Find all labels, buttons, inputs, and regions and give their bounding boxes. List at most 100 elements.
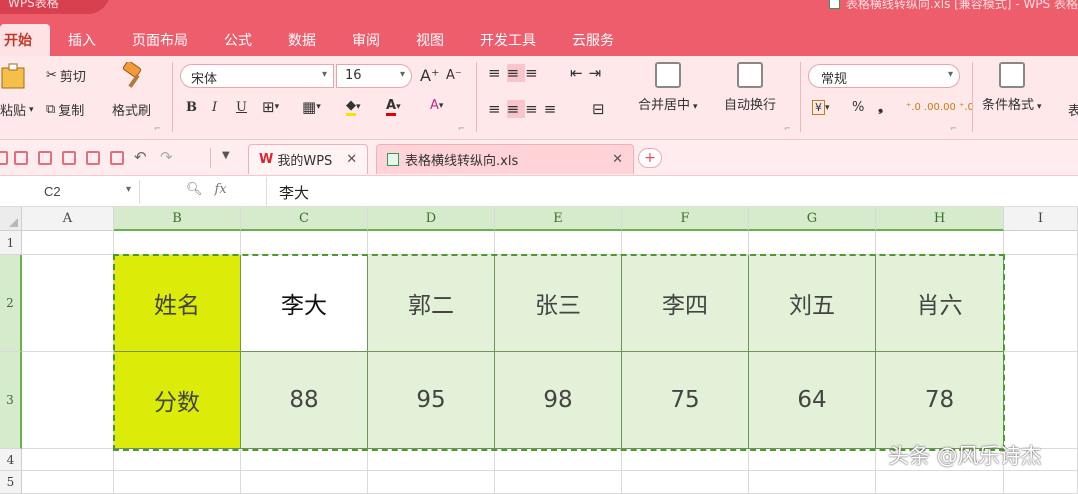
tab-insert[interactable]: 插入 [50,30,114,56]
redo-icon[interactable]: ↷ [160,148,173,166]
grow-font-button[interactable]: A⁺ [420,66,439,85]
cell-b4[interactable] [114,449,241,471]
cell-g3[interactable]: 64 [749,352,876,449]
number-format-select[interactable]: 常规 ▾ [808,64,960,88]
tab-data[interactable]: 数据 [270,30,334,56]
column-header-b[interactable]: B [114,207,241,231]
cell-g2[interactable]: 刘五 [749,255,876,352]
fill-color-icon[interactable]: ◆ ▾ [346,98,361,116]
clipboard-launcher-icon[interactable]: ⌐ [154,124,161,133]
cell-a1[interactable] [22,231,114,255]
column-header-f[interactable]: F [622,207,749,231]
new-tab-button[interactable]: + [638,148,662,168]
open-icon[interactable] [0,151,8,165]
export-pdf-icon[interactable] [62,151,76,165]
tab-developer[interactable]: 开发工具 [462,30,554,56]
cell-b3[interactable]: 分数 [114,352,241,449]
close-icon[interactable]: ✕ [612,152,623,167]
cell-i1[interactable] [1004,231,1078,255]
alignment-launcher-icon[interactable]: ⌐ [784,124,791,133]
font-size-select[interactable]: 16 ▾ [336,64,412,88]
close-icon[interactable]: ✕ [346,152,357,167]
cell-i2[interactable] [1004,255,1078,352]
zoom-icon[interactable]: 🔍︎ [186,182,203,197]
tab-formulas[interactable]: 公式 [206,30,270,56]
cell-f5[interactable] [622,471,749,494]
cell-f3[interactable]: 75 [622,352,749,449]
save-icon[interactable] [14,151,28,165]
cell-e1[interactable] [495,231,622,255]
percent-button[interactable]: % [852,100,864,115]
borders-icon[interactable]: ⊞ ▾ [262,98,279,116]
cell-i3[interactable] [1004,352,1078,449]
cell-d3[interactable]: 95 [368,352,495,449]
row-header-1[interactable]: 1 [0,231,22,255]
comma-style-button[interactable]: ❟ [878,100,883,115]
print-icon[interactable] [86,151,100,165]
conditional-format-button[interactable]: 条件格式 ▾ [982,62,1042,113]
tab-home[interactable]: 开始 [0,24,50,56]
cell-d2[interactable]: 郭二 [368,255,495,352]
cell-g5[interactable] [749,471,876,494]
number-launcher-icon[interactable]: ⌐ [950,124,957,133]
cell-c2[interactable]: 李大 [241,255,368,352]
vertical-align-icons[interactable]: ≡ ≡ ≡ [488,64,544,82]
font-launcher-icon[interactable]: ⌐ [458,124,465,133]
paste-icon[interactable] [0,62,30,90]
cell-g1[interactable] [749,231,876,255]
horizontal-align-icons[interactable]: ≡ ≡ ≡≡ [488,100,562,118]
cell-d5[interactable] [368,471,495,494]
cell-b1[interactable] [114,231,241,255]
cell-h3[interactable]: 78 [876,352,1004,449]
tab-my-wps[interactable]: W 我的WPS ✕ [248,144,369,174]
name-box[interactable]: C2 ▾ [0,180,140,204]
format-painter-icon[interactable] [118,62,148,90]
font-color-icon[interactable]: A ▾ [386,98,401,116]
cell-f2[interactable]: 李四 [622,255,749,352]
font-name-select[interactable]: 宋体 ▾ [180,64,334,88]
cell-b2[interactable]: 姓名 [114,255,241,352]
column-header-d[interactable]: D [368,207,495,231]
save-as-icon[interactable] [38,151,52,165]
cell-style-icon[interactable]: ▦ ▾ [302,98,321,116]
print-preview-icon[interactable] [110,151,124,165]
row-header-4[interactable]: 4 [0,449,22,471]
row-header-2[interactable]: 2 [0,255,22,352]
italic-button[interactable]: I [212,100,217,115]
format-painter-button[interactable]: 格式刷 [112,100,151,119]
cell-h5[interactable] [876,471,1004,494]
merge-center-button[interactable]: 合并居中 ▾ [638,62,698,113]
tab-page-layout[interactable]: 页面布局 [114,30,206,56]
currency-format-icon[interactable]: ¥ ▾ [812,100,830,115]
row-header-5[interactable]: 5 [0,471,22,494]
column-header-c[interactable]: C [241,207,368,231]
cell-i5[interactable] [1004,471,1078,494]
cell-a3[interactable] [22,352,114,449]
bold-button[interactable]: B [186,100,197,115]
increase-decimal-button[interactable]: ⁺.0 .00 [906,102,940,113]
tab-review[interactable]: 审阅 [334,30,398,56]
column-header-a[interactable]: A [22,207,114,231]
wrap-text-button[interactable]: 自动换行 [724,62,776,113]
cell-c3[interactable]: 88 [241,352,368,449]
shrink-font-button[interactable]: A⁻ [446,68,462,83]
column-header-i[interactable]: I [1004,207,1078,231]
tab-view[interactable]: 视图 [398,30,462,56]
cell-a2[interactable] [22,255,114,352]
select-all-button[interactable] [0,207,22,231]
cell-h1[interactable] [876,231,1004,255]
column-header-h[interactable]: H [876,207,1004,231]
decrease-decimal-button[interactable]: .00 ⁺.0 [940,102,974,113]
formula-input[interactable]: 李大 [266,177,1078,207]
cell-c5[interactable] [241,471,368,494]
cell-e3[interactable]: 98 [495,352,622,449]
cell-f4[interactable] [622,449,749,471]
cut-button[interactable]: ✂ 剪切 [46,66,86,85]
tab-cloud-service[interactable]: 云服务 [554,30,632,56]
app-name[interactable]: WPS表格 [8,0,59,11]
cell-f1[interactable] [622,231,749,255]
underline-button[interactable]: U [236,100,247,115]
customize-toolbar-icon[interactable]: ▼ [222,150,230,161]
fx-icon[interactable]: fx [215,182,227,197]
distributed-align-icon[interactable]: ⊟ [592,100,605,118]
